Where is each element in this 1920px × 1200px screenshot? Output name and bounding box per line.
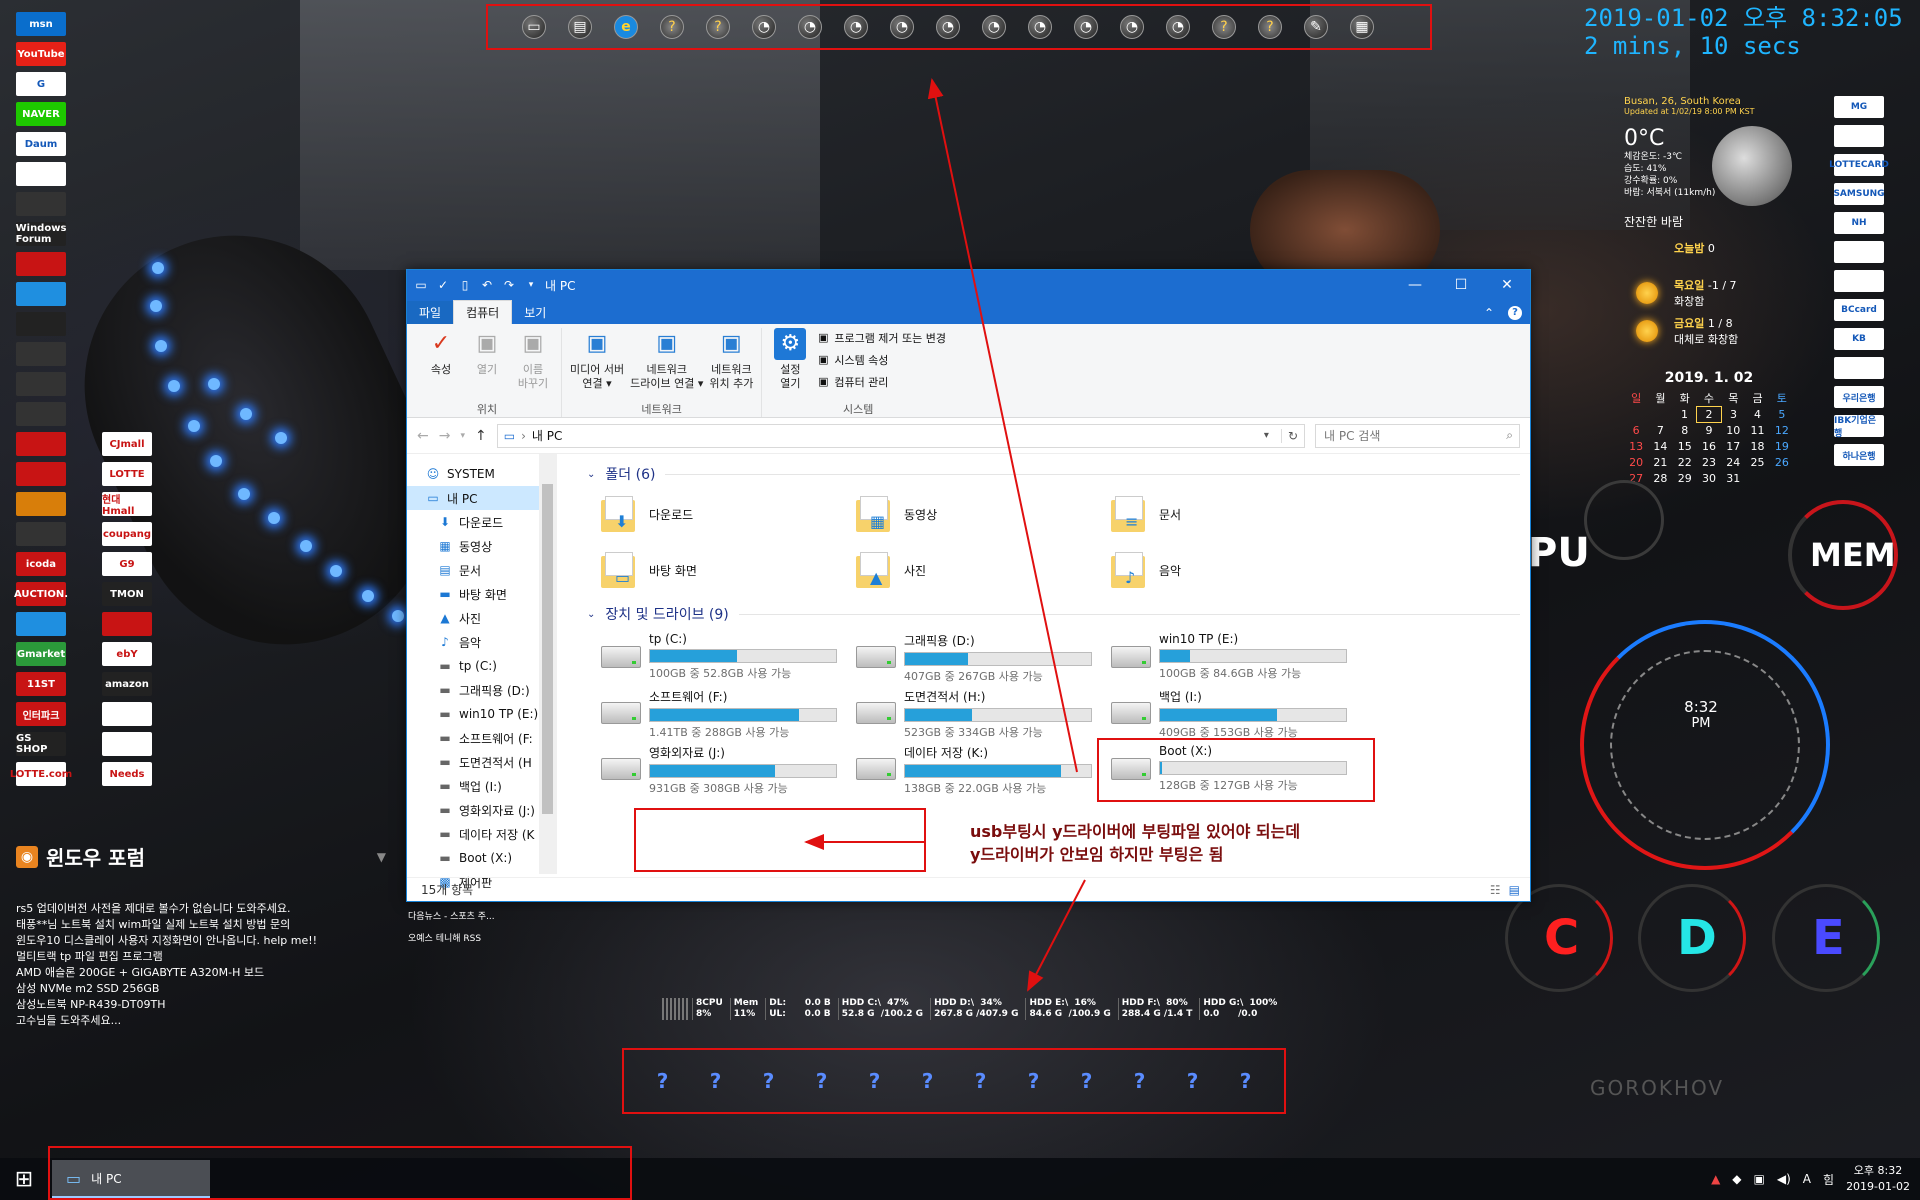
- side-link[interactable]: 다음뉴스 - 스포츠 주...: [408, 906, 495, 928]
- sysmon-label: DL: 0.0 B: [769, 998, 831, 1008]
- tray-network-icon[interactable]: ▣: [1754, 1172, 1765, 1186]
- forum-post-link[interactable]: rs5 업데이버전 사전을 제대로 볼수가 없습니다 도와주세요.: [16, 901, 386, 917]
- dock-missing-icon[interactable]: ?: [1024, 1069, 1043, 1093]
- taskbar-clock[interactable]: 오후 8:32 2019-01-02: [1846, 1163, 1910, 1195]
- sysmon-label: HDD F:\ 80%: [1121, 998, 1188, 1008]
- forum-header: ◉ 윈도우 포럼 ▼: [16, 842, 386, 871]
- arrow-to-launcher: [927, 78, 1078, 773]
- dock-missing-icon[interactable]: ?: [1236, 1069, 1255, 1093]
- sysmon-label: HDD C:\ 47%: [841, 998, 909, 1008]
- sysmon-cell: 8CPU 8%: [692, 998, 726, 1020]
- forum-post-link[interactable]: 삼성노트북 NP-R439-DT09TH: [16, 997, 386, 1013]
- dock-missing-icon[interactable]: ?: [1130, 1069, 1149, 1093]
- forum-post-link[interactable]: AMD 애슬론 200GE + GIGABYTE A320M-H 보드: [16, 965, 386, 981]
- sysmon-value: 52.8 G /100.2 G: [841, 1009, 924, 1019]
- sysmon-value: UL: 0.0 B: [769, 1009, 831, 1019]
- dock-missing-icon[interactable]: ?: [971, 1069, 990, 1093]
- sysmon-label: HDD G:\ 100%: [1203, 998, 1278, 1008]
- dock-missing-icon[interactable]: ?: [759, 1069, 778, 1093]
- dock-missing-icon[interactable]: ?: [812, 1069, 831, 1093]
- windows-start-icon[interactable]: ⊞: [0, 1158, 48, 1200]
- rss-icon: ◉: [16, 845, 38, 868]
- sysmon-value: 267.8 G /407.9 G: [934, 1009, 1019, 1019]
- forum-post-link[interactable]: 고수님들 도와주세요...: [16, 1013, 386, 1029]
- sysmon-cell: HDD C:\ 47% 52.8 G /100.2 G: [837, 998, 926, 1020]
- sysmon-value: 11%: [733, 1009, 756, 1019]
- system-monitor-bar: 8CPU 8% Mem 11% DL: 0.0 B UL: 0.0 B HDD C:\ 47…: [662, 998, 1280, 1020]
- dock-missing-icon[interactable]: ?: [865, 1069, 884, 1093]
- arrow-to-sysmon: [1027, 879, 1086, 992]
- sysmon-cell: DL: 0.0 B UL: 0.0 B: [765, 998, 834, 1020]
- forum-post-link[interactable]: 태풍**님 노트북 설치 wim파일 실제 노트북 설치 방법 문의: [16, 917, 386, 933]
- cpu-bars-icon: [662, 998, 688, 1020]
- forum-post-link[interactable]: 멀티트랙 tp 파일 편집 프로그램: [16, 949, 386, 965]
- dock-missing-icon[interactable]: ?: [918, 1069, 937, 1093]
- dock-missing-icon[interactable]: ?: [1077, 1069, 1096, 1093]
- dock-missing-icon[interactable]: ?: [653, 1069, 672, 1093]
- sysmon-cell: HDD F:\ 80% 288.4 G /1.4 T: [1117, 998, 1196, 1020]
- ime-language[interactable]: A: [1803, 1172, 1811, 1186]
- sysmon-label: 8CPU: [696, 998, 723, 1008]
- sysmon-cell: HDD G:\ 100% 0.0 /0.0: [1199, 998, 1280, 1020]
- sysmon-label: Mem: [733, 998, 759, 1008]
- forum-post-link[interactable]: 삼성 NVMe m2 SSD 256GB: [16, 981, 386, 997]
- system-tray: ▲ ◆ ▣ ◀) A 힘 오후 8:32 2019-01-02: [1711, 1158, 1910, 1200]
- tray-drop-icon[interactable]: ◆: [1732, 1172, 1741, 1186]
- tray-app-icon[interactable]: ▲: [1711, 1172, 1720, 1186]
- forum-post-link[interactable]: 윈도우10 디스클레이 사용자 지정화면이 안나옵니다. help me!!: [16, 933, 386, 949]
- volume-icon[interactable]: ◀): [1777, 1172, 1791, 1186]
- sysmon-value: 0.0 /0.0: [1203, 1009, 1258, 1019]
- sysmon-value: 288.4 G /1.4 T: [1121, 1009, 1193, 1019]
- side-link[interactable]: 오예스 테니해 RSS: [408, 928, 495, 950]
- dock-missing-icon[interactable]: ?: [1183, 1069, 1202, 1093]
- bottom-dock: ????????????: [622, 1048, 1286, 1114]
- side-links: 다음뉴스 - 스포츠 주... 오예스 테니해 RSS: [408, 906, 495, 950]
- sysmon-value: 8%: [696, 1009, 712, 1019]
- sysmon-value: 84.6 G /100.9 G: [1029, 1009, 1111, 1019]
- brand-watermark: GOROKHOV: [1590, 1076, 1725, 1100]
- taskbar-date: 2019-01-02: [1846, 1180, 1910, 1193]
- sysmon-cell: Mem 11%: [729, 998, 761, 1020]
- sysmon-label: HDD D:\ 34%: [934, 998, 1002, 1008]
- ime-mode[interactable]: 힘: [1823, 1171, 1834, 1188]
- sysmon-label: HDD E:\ 16%: [1029, 998, 1096, 1008]
- forum-widget: ◉ 윈도우 포럼 ▼ rs5 업데이버전 사전을 제대로 볼수가 없습니다 도와…: [16, 842, 386, 1029]
- taskbar-time: 오후 8:32: [1853, 1164, 1903, 1177]
- annotation-box-taskbar: [48, 1146, 632, 1200]
- dock-missing-icon[interactable]: ?: [706, 1069, 725, 1093]
- forum-title: 윈도우 포럼: [46, 846, 145, 870]
- sysmon-cell: HDD E:\ 16% 84.6 G /100.9 G: [1025, 998, 1113, 1020]
- sysmon-cell: HDD D:\ 34% 267.8 G /407.9 G: [930, 998, 1021, 1020]
- forum-collapse-icon[interactable]: ▼: [377, 850, 386, 864]
